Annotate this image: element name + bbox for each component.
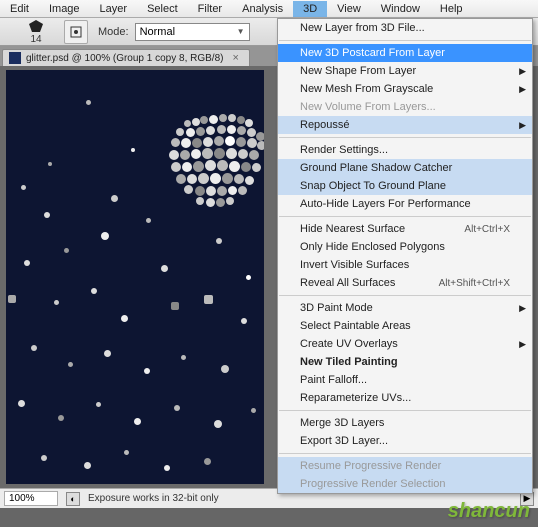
- menu-only-hide-enclosed[interactable]: Only Hide Enclosed Polygons: [278, 238, 532, 256]
- menu-reparameterize-uvs[interactable]: Reparameterize UVs...: [278, 389, 532, 407]
- menu-image[interactable]: Image: [39, 1, 90, 17]
- menu-separator: [279, 137, 531, 138]
- menu-separator: [279, 40, 531, 41]
- menu-new-mesh-from-grayscale[interactable]: New Mesh From Grayscale▶: [278, 80, 532, 98]
- menu-ground-plane-shadow[interactable]: Ground Plane Shadow Catcher: [278, 159, 532, 177]
- menu-window[interactable]: Window: [371, 1, 430, 17]
- mode-select[interactable]: Normal ▼: [135, 23, 250, 41]
- tab-title: glitter.psd @ 100% (Group 1 copy 8, RGB/…: [26, 53, 223, 64]
- menu-progressive-render-selection: Progressive Render Selection: [278, 475, 532, 493]
- submenu-arrow-icon: ▶: [519, 339, 526, 350]
- menu-help[interactable]: Help: [430, 1, 473, 17]
- menu-export-3d-layer[interactable]: Export 3D Layer...: [278, 432, 532, 450]
- menu-analysis[interactable]: Analysis: [232, 1, 293, 17]
- polygon-tool-icon[interactable]: [26, 18, 46, 34]
- chevron-down-icon: ▼: [237, 27, 245, 36]
- menu-resume-progressive-render: Resume Progressive Render: [278, 457, 532, 475]
- menu-render-settings[interactable]: Render Settings...: [278, 141, 532, 159]
- submenu-arrow-icon: ▶: [519, 66, 526, 77]
- menu-create-uv-overlays[interactable]: Create UV Overlays▶: [278, 335, 532, 353]
- menu-edit[interactable]: Edit: [0, 1, 39, 17]
- menu-new-volume-from-layers: New Volume From Layers...: [278, 98, 532, 116]
- submenu-arrow-icon: ▶: [519, 120, 526, 131]
- status-info-icon[interactable]: ◐: [66, 492, 80, 506]
- menu-filter[interactable]: Filter: [188, 1, 232, 17]
- menu-hide-nearest-surface[interactable]: Hide Nearest SurfaceAlt+Ctrl+X: [278, 220, 532, 238]
- menu-3d[interactable]: 3D: [293, 1, 327, 17]
- menu-separator: [279, 410, 531, 411]
- menu-view[interactable]: View: [327, 1, 371, 17]
- menu-layer[interactable]: Layer: [90, 1, 138, 17]
- zoom-input[interactable]: 100%: [4, 491, 58, 506]
- menu-invert-visible-surfaces[interactable]: Invert Visible Surfaces: [278, 256, 532, 274]
- menu-separator: [279, 453, 531, 454]
- menu-paint-falloff[interactable]: Paint Falloff...: [278, 371, 532, 389]
- ps-file-icon: [9, 52, 21, 64]
- tab-close-icon[interactable]: ×: [228, 52, 238, 64]
- watermark: shancun: [448, 500, 530, 523]
- menubar: Edit Image Layer Select Filter Analysis …: [0, 0, 538, 18]
- menu-new-3d-postcard[interactable]: New 3D Postcard From Layer: [278, 44, 532, 62]
- tool-sides: 14: [30, 34, 41, 45]
- menu-new-layer-from-3d-file[interactable]: New Layer from 3D File...: [278, 19, 532, 37]
- menu-new-tiled-painting[interactable]: New Tiled Painting: [278, 353, 532, 371]
- submenu-arrow-icon: ▶: [519, 303, 526, 314]
- menu-auto-hide-layers[interactable]: Auto-Hide Layers For Performance: [278, 195, 532, 213]
- mode-value: Normal: [140, 26, 175, 38]
- canvas-viewport[interactable]: [6, 70, 264, 484]
- menu-new-shape-from-layer[interactable]: New Shape From Layer▶: [278, 62, 532, 80]
- menu-snap-object-ground[interactable]: Snap Object To Ground Plane: [278, 177, 532, 195]
- menu-3d-paint-mode[interactable]: 3D Paint Mode▶: [278, 299, 532, 317]
- 3d-menu-dropdown: New Layer from 3D File... New 3D Postcar…: [277, 18, 533, 494]
- menu-separator: [279, 216, 531, 217]
- tool-option-icon[interactable]: [64, 20, 88, 44]
- submenu-arrow-icon: ▶: [519, 84, 526, 95]
- document-tab[interactable]: glitter.psd @ 100% (Group 1 copy 8, RGB/…: [2, 49, 250, 66]
- menu-merge-3d-layers[interactable]: Merge 3D Layers: [278, 414, 532, 432]
- mode-label: Mode:: [98, 26, 129, 38]
- menu-repousse[interactable]: Repoussé▶: [278, 116, 532, 134]
- menu-reveal-all-surfaces[interactable]: Reveal All SurfacesAlt+Shift+Ctrl+X: [278, 274, 532, 292]
- menu-separator: [279, 295, 531, 296]
- menu-select[interactable]: Select: [137, 1, 188, 17]
- menu-select-paintable-areas[interactable]: Select Paintable Areas: [278, 317, 532, 335]
